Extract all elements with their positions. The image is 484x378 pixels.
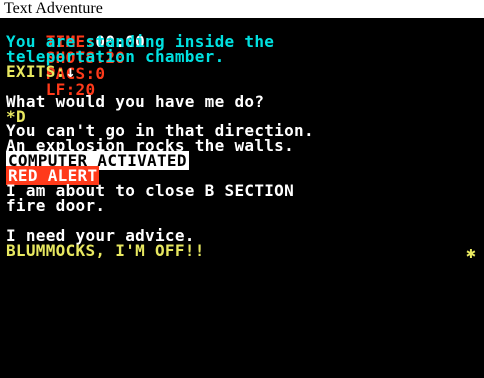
pacs-value: 0 (95, 64, 106, 83)
exits-line: EXITS:↓ (6, 64, 76, 80)
computer-line-2: fire door. (6, 196, 106, 215)
cursor-icon: ✱ (466, 243, 476, 262)
player-reply: BLUMMOCKS, I'M OFF!! (6, 241, 205, 260)
game-screen[interactable]: TIME:00:00 SHOTS:20 PACS:0 LF:20 You are… (0, 18, 484, 378)
exits-label: EXITS: (6, 62, 66, 81)
arrow-down-icon: ↓ (65, 62, 76, 81)
prompt-question: What would you have me do? (6, 92, 265, 111)
window-title: Text Adventure (4, 0, 103, 17)
